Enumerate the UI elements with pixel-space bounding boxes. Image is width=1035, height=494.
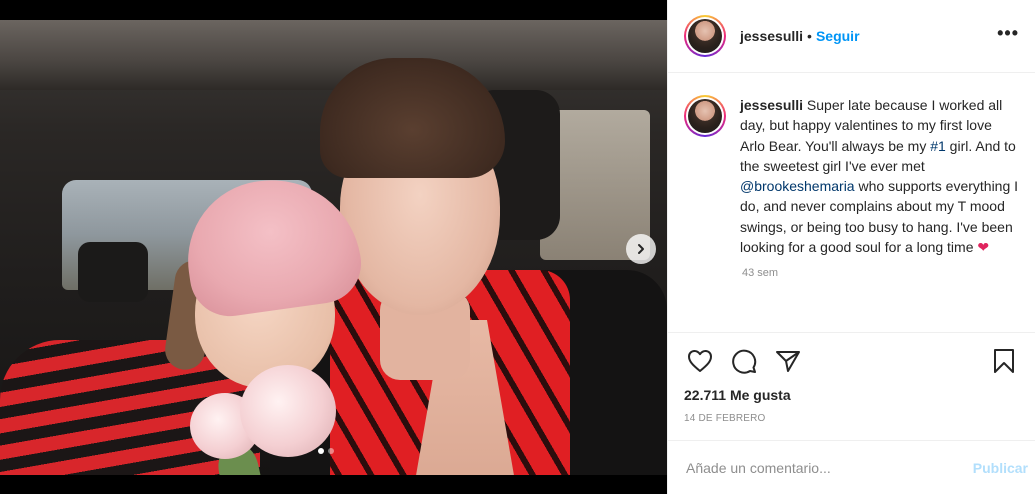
follow-button[interactable]: Seguir [816, 28, 860, 44]
paper-plane-icon [776, 351, 800, 372]
caption-avatar[interactable] [684, 95, 726, 137]
avatar[interactable] [684, 15, 726, 57]
post-header: jessesulli • Seguir ••• [668, 0, 1035, 73]
carousel-next-button[interactable] [626, 234, 656, 264]
comments-section[interactable]: jessesulli Super late because I worked a… [668, 73, 1035, 331]
save-button[interactable] [988, 345, 1020, 377]
caption-hashtag[interactable]: #1 [930, 138, 946, 154]
comment-button[interactable] [728, 345, 760, 377]
bookmark-icon [994, 349, 1014, 373]
chevron-right-icon [638, 244, 644, 254]
publish-button[interactable]: Publicar [973, 460, 1028, 476]
share-button[interactable] [772, 345, 804, 377]
carousel-dot-2 [328, 448, 334, 454]
caption-row: jessesulli Super late because I worked a… [684, 95, 1019, 257]
header-separator: • [807, 28, 812, 44]
caption-timestamp[interactable]: 43 sem [742, 267, 1019, 279]
comment-bubble-icon [732, 349, 757, 374]
comment-input[interactable] [686, 459, 973, 476]
post-photo [0, 20, 667, 475]
heart-emoji: ❤ [977, 239, 990, 256]
post-author-username[interactable]: jessesulli [740, 28, 803, 44]
heart-icon [688, 350, 712, 372]
post-media[interactable] [0, 0, 667, 494]
post-caption: jessesulli Super late because I worked a… [740, 95, 1019, 257]
post-actions: 22.711 Me gusta 14 DE FEBRERO [668, 332, 1035, 424]
more-options-button[interactable]: ••• [997, 23, 1019, 50]
post-date[interactable]: 14 DE FEBRERO [684, 413, 1020, 424]
carousel-dot-1 [318, 448, 324, 454]
carousel-indicator [318, 448, 334, 454]
post-sidebar: jessesulli • Seguir ••• jessesulli Super… [667, 0, 1035, 494]
add-comment-bar: Publicar [668, 440, 1035, 494]
likes-count[interactable]: 22.711 Me gusta [684, 387, 1020, 403]
caption-username[interactable]: jessesulli [740, 97, 803, 113]
like-button[interactable] [684, 345, 716, 377]
caption-mention[interactable]: @brookeshemaria [740, 178, 855, 194]
